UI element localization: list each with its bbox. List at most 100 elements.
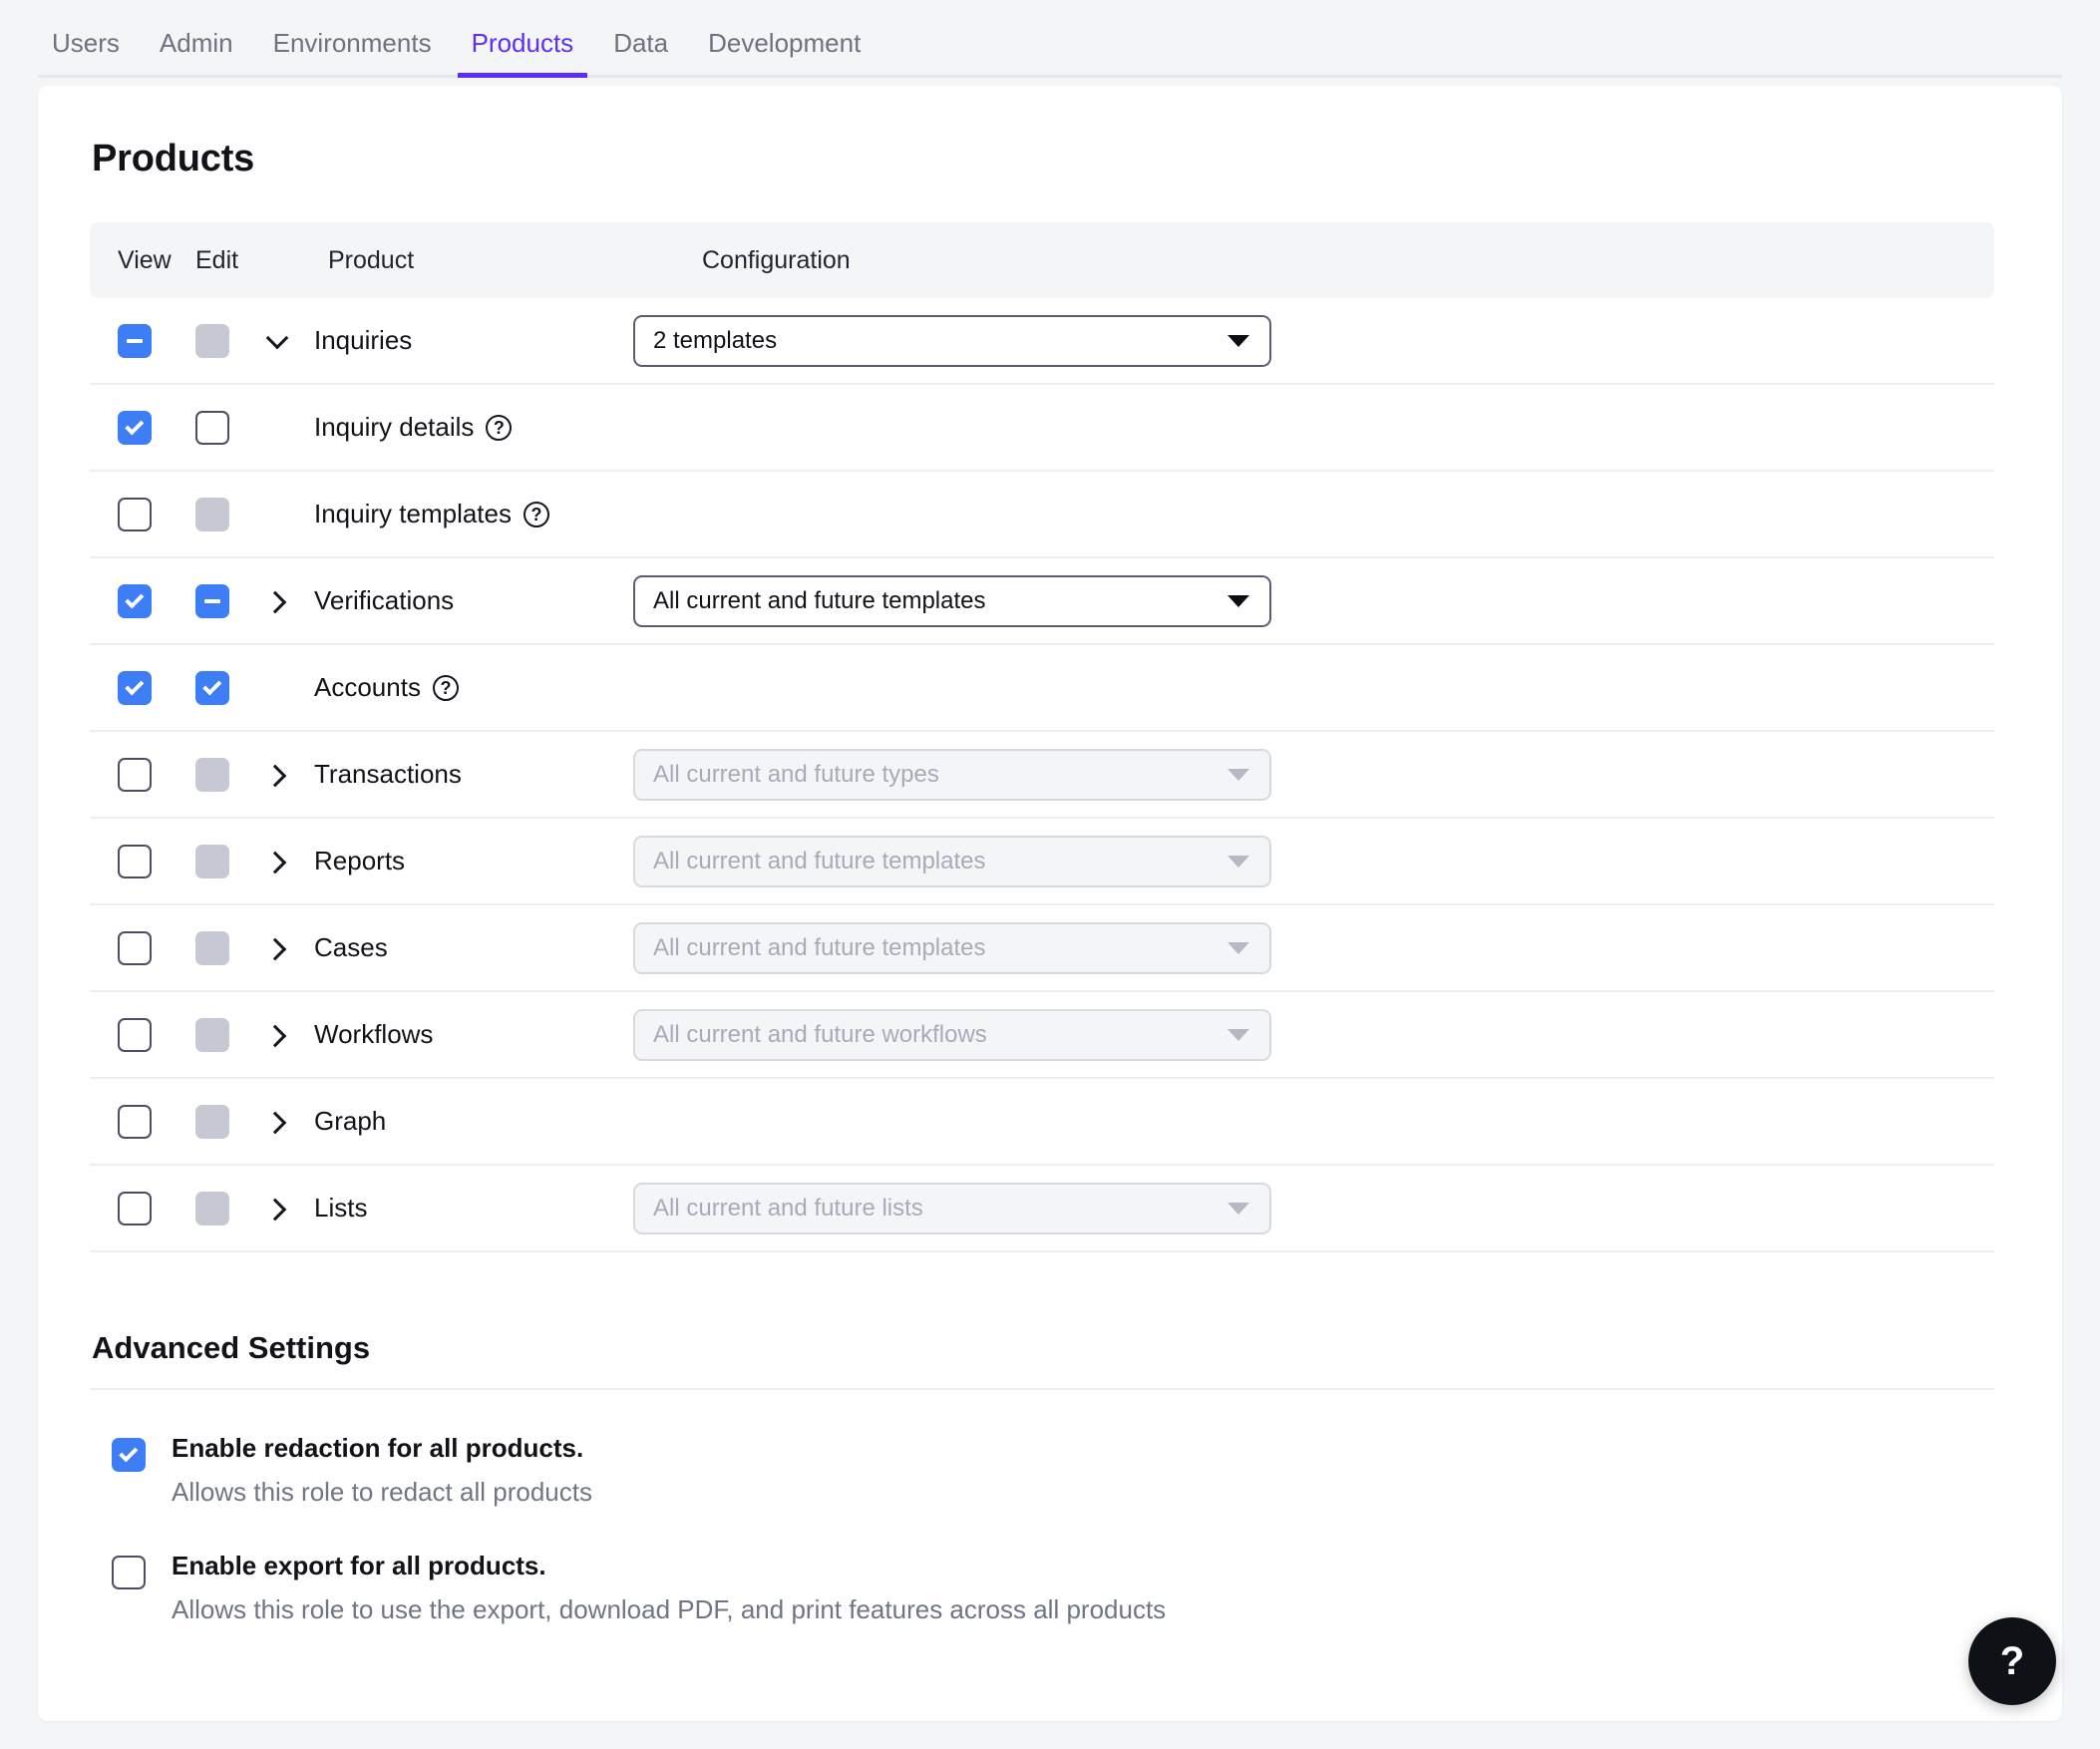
view-checkbox[interactable]: [118, 1191, 152, 1225]
expand-toggle-cell: [259, 1109, 314, 1135]
configuration-select-value: All current and future types: [653, 760, 939, 788]
advanced-setting-checkbox[interactable]: [112, 1438, 146, 1472]
edit-checkbox[interactable]: [195, 670, 229, 705]
chevron-down-icon[interactable]: [265, 328, 291, 354]
product-name-cell: Reports: [314, 846, 633, 876]
view-checkbox[interactable]: [118, 844, 152, 878]
configuration-cell: All current and future templates: [633, 921, 1994, 974]
table-row: Cases All current and future templates: [90, 905, 1994, 992]
view-checkbox[interactable]: [118, 410, 152, 445]
view-checkbox[interactable]: [118, 1017, 152, 1052]
product-label: Transactions: [314, 759, 462, 789]
edit-checkbox: [195, 757, 229, 792]
view-checkbox[interactable]: [118, 757, 152, 792]
view-checkbox[interactable]: [118, 670, 152, 705]
configuration-cell: All current and future workflows: [633, 1008, 1994, 1061]
configuration-cell: All current and future templates: [633, 835, 1994, 887]
chevron-right-icon[interactable]: [265, 762, 291, 788]
help-circle-icon[interactable]: ?: [432, 674, 459, 701]
table-body: Inquiries 2 templates Inquiry details? Inqu…: [90, 298, 1994, 1252]
product-label-wrap: Inquiries: [314, 325, 412, 356]
table-row: Graph: [90, 1079, 1994, 1166]
configuration-select: All current and future templates: [633, 921, 1271, 974]
view-checkbox[interactable]: [118, 583, 152, 618]
chevron-right-icon[interactable]: [265, 588, 291, 614]
help-circle-icon[interactable]: ?: [486, 414, 513, 441]
configuration-cell: All current and future types: [633, 748, 1994, 801]
product-name-cell: Workflows: [314, 1019, 633, 1050]
chevron-right-icon[interactable]: [265, 1196, 291, 1222]
product-name-cell: Inquiry templates?: [314, 499, 633, 529]
edit-checkbox-cell: [181, 757, 259, 792]
view-checkbox[interactable]: [118, 1104, 152, 1139]
product-label: Workflows: [314, 1019, 434, 1049]
edit-checkbox: [195, 1104, 229, 1139]
expand-toggle-cell: [259, 588, 314, 614]
configuration-select[interactable]: All current and future templates: [633, 574, 1271, 627]
nav-tab-admin[interactable]: Admin: [146, 30, 247, 78]
edit-checkbox-cell: [181, 410, 259, 445]
configuration-select-value: All current and future lists: [653, 1194, 923, 1222]
configuration-cell: All current and future templates: [633, 574, 1994, 627]
edit-checkbox-cell: [181, 844, 259, 878]
product-label: Accounts: [314, 672, 421, 702]
advanced-setting-label: Enable export for all products.: [172, 1550, 546, 1580]
nav-tab-development[interactable]: Development: [694, 30, 875, 78]
view-checkbox[interactable]: [118, 930, 152, 965]
help-circle-icon[interactable]: ?: [523, 501, 549, 527]
column-header-view: View: [118, 245, 172, 274]
nav-tab-environments[interactable]: Environments: [259, 30, 446, 78]
check-icon: [124, 588, 144, 608]
chevron-right-icon[interactable]: [265, 1022, 291, 1048]
edit-checkbox: [195, 1017, 229, 1052]
advanced-settings-list: Enable redaction for all products. Allows…: [90, 1433, 2010, 1625]
primary-navigation: Users Admin Environments Products Data Develo…: [0, 0, 2100, 78]
caret-down-icon: [1227, 1202, 1249, 1215]
chevron-right-icon[interactable]: [265, 1109, 291, 1135]
nav-tab-users[interactable]: Users: [38, 30, 134, 78]
configuration-select: All current and future types: [633, 748, 1271, 801]
column-header-edit: Edit: [195, 245, 239, 274]
nav-tab-data[interactable]: Data: [599, 30, 682, 78]
configuration-select: All current and future lists: [633, 1182, 1271, 1234]
caret-down-icon: [1227, 594, 1249, 607]
product-name-cell: Cases: [314, 932, 633, 963]
question-mark-icon: ?: [1999, 1638, 2025, 1683]
view-checkbox-cell: [104, 844, 181, 878]
product-label: Lists: [314, 1193, 368, 1223]
view-checkbox[interactable]: [118, 323, 152, 358]
nav-tab-products[interactable]: Products: [457, 30, 588, 78]
edit-checkbox[interactable]: [195, 410, 229, 445]
expand-toggle-cell: [259, 849, 314, 874]
expand-toggle-cell: [259, 328, 314, 354]
chevron-right-icon[interactable]: [265, 849, 291, 874]
edit-checkbox-cell: [181, 670, 259, 705]
product-label-wrap: Lists: [314, 1193, 367, 1224]
product-label-wrap: Graph: [314, 1106, 386, 1137]
configuration-cell: All current and future lists: [633, 1182, 1994, 1234]
product-name-cell: Graph: [314, 1106, 633, 1137]
edit-checkbox[interactable]: [195, 583, 229, 618]
view-checkbox[interactable]: [118, 497, 152, 531]
view-checkbox-cell: [104, 410, 181, 445]
view-checkbox-cell: [104, 757, 181, 792]
product-label-wrap: Verifications: [314, 585, 454, 616]
configuration-select-value: All current and future templates: [653, 933, 986, 961]
advanced-setting-description: Allows this role to redact all products: [172, 1476, 592, 1507]
advanced-setting-text: Enable redaction for all products. Allows…: [172, 1433, 592, 1508]
help-fab-button[interactable]: ?: [1968, 1617, 2056, 1705]
caret-down-icon: [1227, 855, 1249, 868]
advanced-settings-title: Advanced Settings: [92, 1330, 371, 1365]
configuration-select[interactable]: 2 templates: [633, 314, 1271, 367]
product-name-cell: Inquiries: [314, 325, 633, 356]
edit-checkbox: [195, 1191, 229, 1225]
edit-checkbox-cell: [181, 1017, 259, 1052]
view-checkbox-cell: [104, 497, 181, 531]
caret-down-icon: [1227, 941, 1249, 954]
product-label-wrap: Reports: [314, 846, 405, 876]
chevron-right-icon[interactable]: [265, 935, 291, 961]
advanced-setting-checkbox[interactable]: [112, 1555, 146, 1589]
caret-down-icon: [1227, 1028, 1249, 1041]
edit-checkbox-cell: [181, 583, 259, 618]
table-row: Inquiry details?: [90, 385, 1994, 472]
